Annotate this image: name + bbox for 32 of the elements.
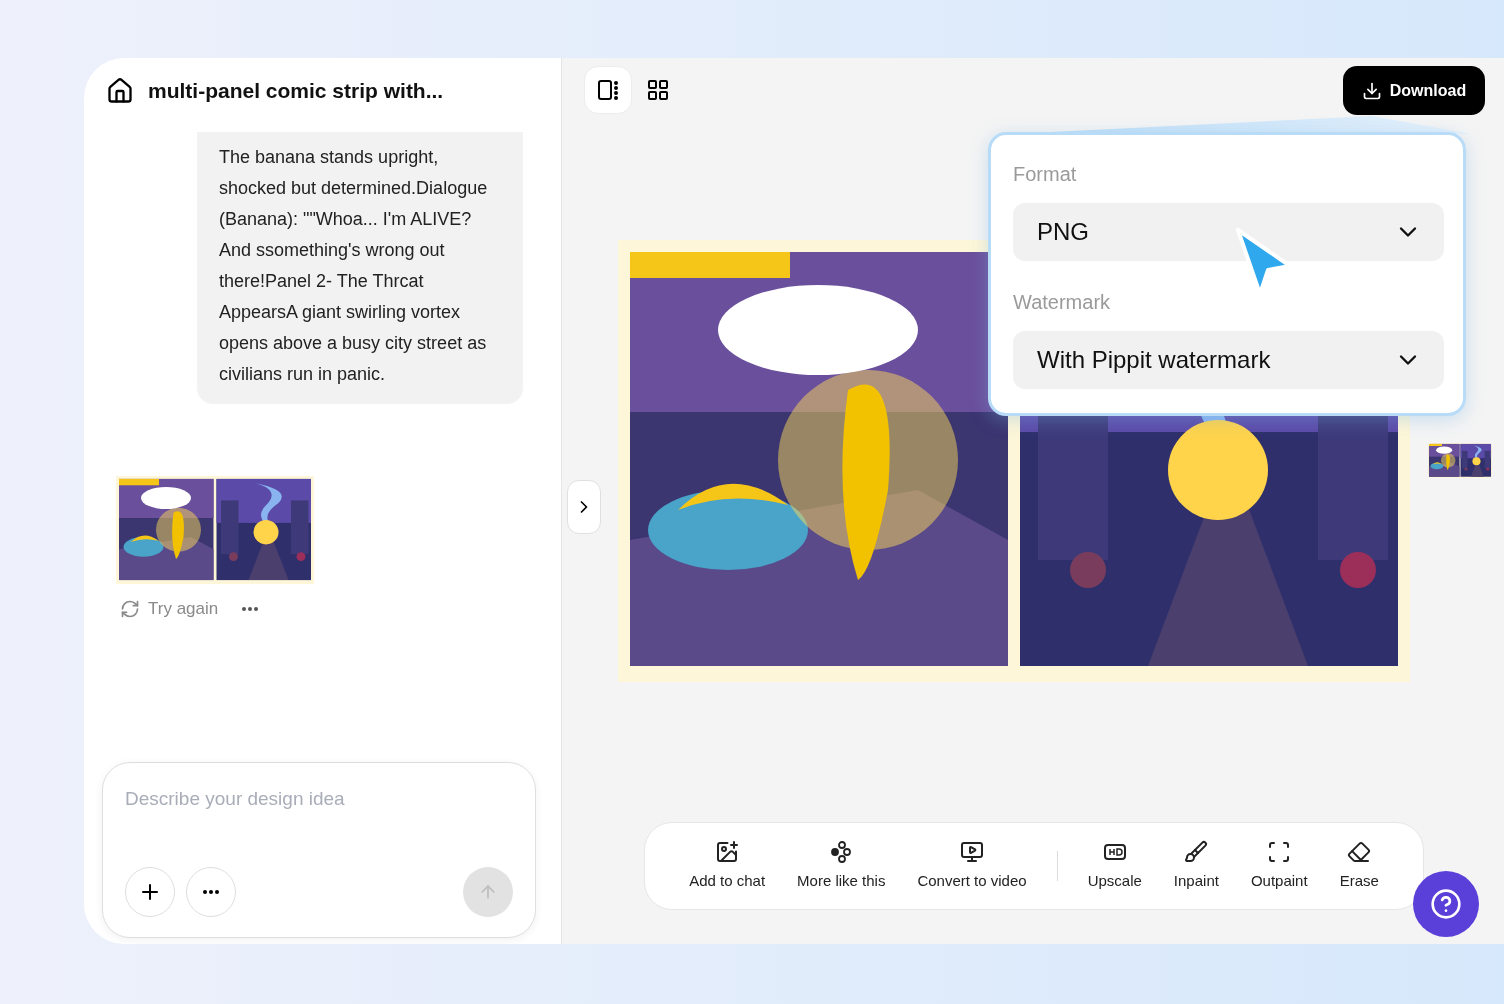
more-icon <box>203 890 219 894</box>
tool-button[interactable]: Add to chat <box>679 839 776 893</box>
refresh-icon <box>120 598 140 619</box>
download-button[interactable]: Download <box>1343 66 1485 115</box>
chat-message: The banana stands upright, shocked but determined.Dialogue (Banana): ""Whoa... I'm ALIVE? And ssomething's wrong out there!Panel 2- The Thrcat AppearsA giant swirling vortex opens above a busy city street as civilians run in panic. <box>219 146 489 386</box>
tool-button[interactable]: Outpaint <box>1240 839 1318 893</box>
circles-icon <box>829 839 854 864</box>
tool-button[interactable]: Inpaint <box>1163 839 1229 893</box>
help-icon <box>1430 888 1462 920</box>
frame-icon <box>1267 839 1292 864</box>
grid-icon[interactable] <box>646 78 670 102</box>
add-button[interactable] <box>125 867 175 917</box>
tool-button[interactable]: Upscale <box>1077 839 1152 893</box>
image-icon <box>715 839 740 864</box>
prompt-field[interactable]: Describe your design idea <box>125 785 515 814</box>
dropdown[interactable]: PNG <box>1013 203 1444 261</box>
tool-button[interactable]: Convert to video <box>907 839 1037 893</box>
tool-button[interactable]: More like this <box>787 839 896 893</box>
brush-icon <box>1184 839 1209 864</box>
dropdown[interactable]: With Pippit watermark <box>1013 331 1444 389</box>
home-icon[interactable] <box>106 77 134 105</box>
field-label: Format <box>1013 162 1078 187</box>
panel-view-button[interactable] <box>584 66 632 114</box>
try-again-button[interactable]: Try again <box>120 596 219 622</box>
field-label: Watermark <box>1013 290 1112 315</box>
eraser-icon <box>1347 839 1372 864</box>
more-icon[interactable] <box>242 606 259 611</box>
download-icon <box>1361 80 1382 101</box>
panel-icon <box>596 78 620 102</box>
tool-button[interactable]: Erase <box>1329 839 1389 893</box>
play-icon <box>960 839 985 864</box>
chat-title: multi-panel comic strip with... <box>148 78 444 105</box>
